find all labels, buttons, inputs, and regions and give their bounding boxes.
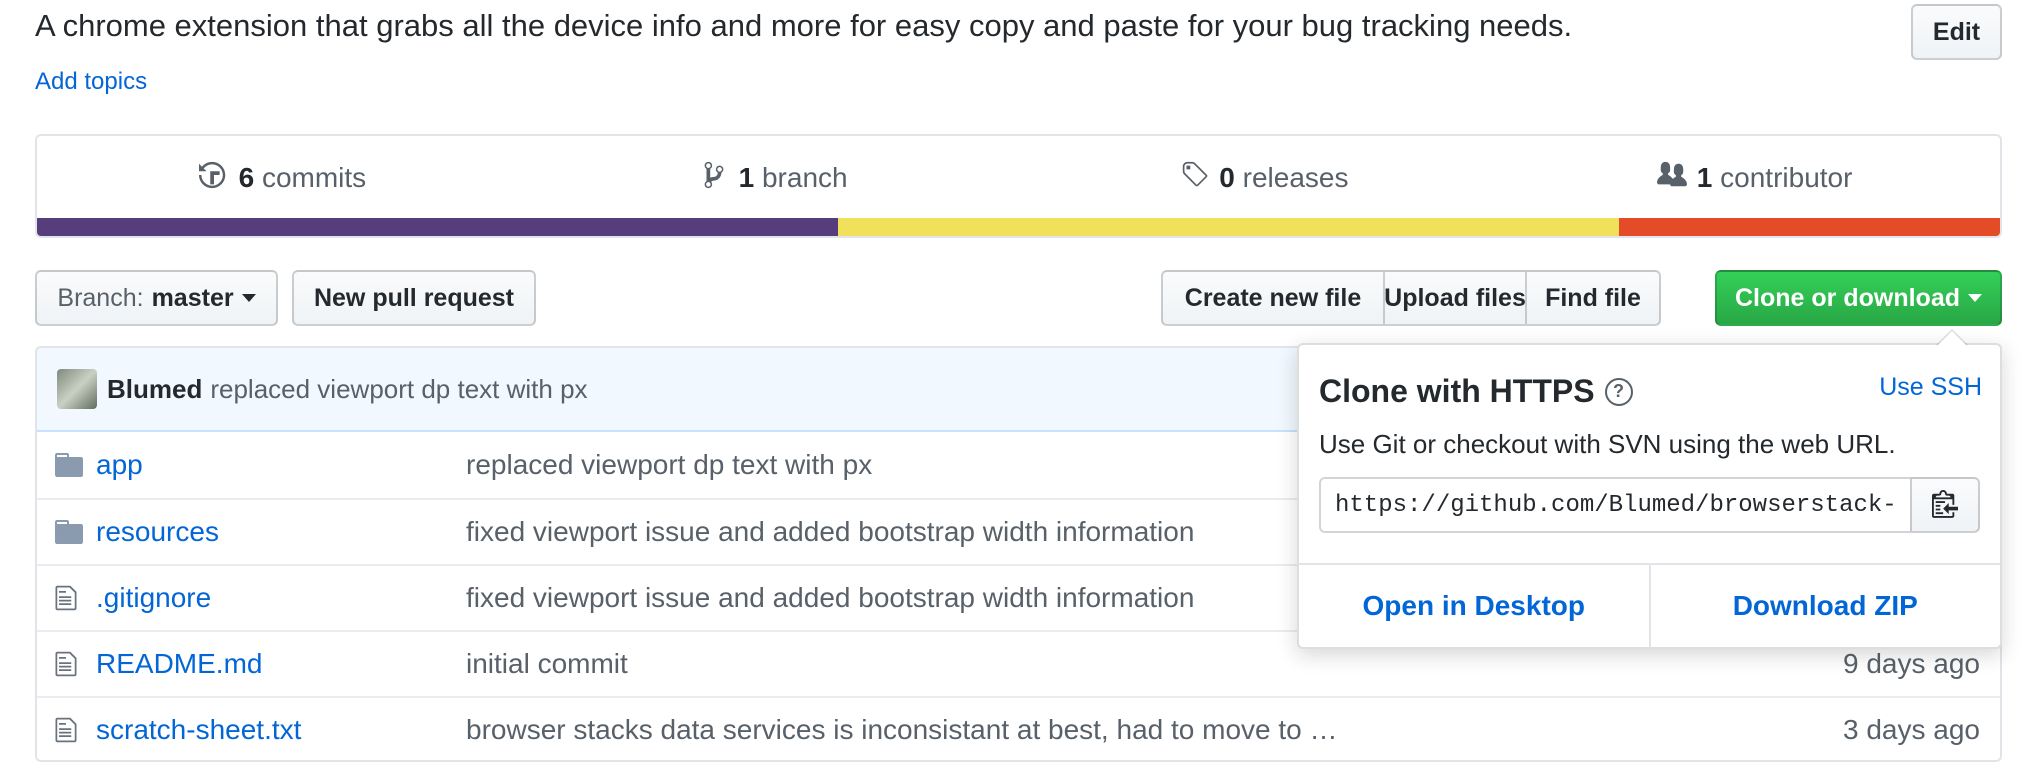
file-actions-group: Create new file Upload files Find file [1161, 270, 1661, 326]
commits-label: commits [261, 162, 367, 193]
clone-url-input[interactable] [1319, 477, 1912, 533]
file-age: 3 days ago [1843, 714, 1980, 745]
clone-actions: Open in Desktop Download ZIP [1299, 563, 2000, 647]
create-new-file-button[interactable]: Create new file [1161, 270, 1385, 326]
caret-down-icon [1968, 294, 1982, 302]
file-commit-message[interactable]: fixed viewport issue and added bootstrap… [466, 582, 1194, 614]
clone-title-text: Clone with HTTPS [1319, 373, 1595, 409]
find-file-button[interactable]: Find file [1525, 270, 1661, 326]
releases-count: 0 [1219, 162, 1235, 193]
history-icon [198, 160, 229, 197]
contributors-count: 1 [1696, 162, 1713, 193]
branches-link[interactable]: 1 branch [528, 136, 1019, 220]
help-icon[interactable]: ? [1604, 377, 1633, 406]
language-segment[interactable] [37, 218, 838, 236]
clone-description: Use Git or checkout with SVN using the w… [1319, 429, 1896, 459]
contributors-link[interactable]: 1 contributor [1509, 136, 2000, 220]
branch-select-button[interactable]: Branch: master [35, 270, 278, 326]
branch-prefix: Branch: [57, 283, 144, 312]
file-row: scratch-sheet.txt browser stacks data ser… [37, 696, 2000, 760]
file-name-link[interactable]: resources [96, 516, 219, 548]
file-commit-message[interactable]: browser stacks data services is inconsis… [466, 714, 1338, 746]
folder-icon [55, 452, 83, 478]
releases-link[interactable]: 0 releases [1019, 136, 1510, 220]
repo-description: A chrome extension that grabs all the de… [35, 8, 1573, 43]
file-name-link[interactable]: .gitignore [96, 582, 211, 614]
contributors-label: contributor [1720, 162, 1853, 193]
popover-arrow [1936, 329, 1968, 345]
file-age: 9 days ago [1843, 648, 1980, 679]
file-icon [55, 651, 83, 677]
commit-author[interactable]: Blumed [107, 374, 202, 405]
file-icon [55, 585, 83, 611]
open-in-desktop-button[interactable]: Open in Desktop [1299, 565, 1649, 647]
file-commit-message[interactable]: initial commit [466, 648, 628, 680]
branch-name: master [151, 283, 234, 312]
file-name-link[interactable]: README.md [96, 648, 262, 680]
caret-down-icon [241, 294, 256, 302]
upload-files-button[interactable]: Upload files [1383, 270, 1527, 326]
git-branch-icon [699, 160, 729, 197]
clone-title: Clone with HTTPS ? [1319, 373, 1633, 410]
file-commit-message[interactable]: replaced viewport dp text with px [466, 449, 872, 481]
file-name-link[interactable]: app [96, 449, 143, 481]
new-pull-request-button[interactable]: New pull request [292, 270, 536, 326]
file-name-link[interactable]: scratch-sheet.txt [96, 714, 301, 746]
copy-to-clipboard-button[interactable] [1910, 477, 1980, 533]
numbers-summary: 6 commits 1 branch 0 releases 1 contribu… [35, 134, 2002, 238]
clone-popover: Clone with HTTPS ? Use SSH Use Git or ch… [1297, 329, 2002, 649]
language-segment[interactable] [837, 218, 1620, 236]
add-topics-link[interactable]: Add topics [35, 68, 147, 96]
use-ssh-link[interactable]: Use SSH [1879, 373, 1982, 402]
avatar[interactable] [57, 369, 97, 409]
folder-icon [55, 519, 83, 545]
commits-count: 6 [238, 162, 255, 193]
language-segment[interactable] [1619, 218, 2000, 236]
tag-icon [1179, 160, 1209, 197]
commits-link[interactable]: 6 commits [37, 136, 528, 220]
clipboard-icon [1932, 488, 1958, 523]
edit-description-button[interactable]: Edit [1911, 4, 2002, 60]
file-commit-message[interactable]: fixed viewport issue and added bootstrap… [466, 516, 1194, 548]
clone-or-download-button[interactable]: Clone or download [1715, 270, 2002, 326]
people-icon [1656, 160, 1687, 197]
language-bar[interactable] [37, 218, 2000, 236]
file-icon [55, 717, 83, 743]
commit-message[interactable]: replaced viewport dp text with px [210, 374, 587, 405]
branches-count: 1 [738, 162, 755, 193]
clone-url-group [1319, 477, 1980, 533]
branches-label: branch [761, 162, 848, 193]
clone-button-label: Clone or download [1735, 283, 1960, 312]
releases-label: releases [1242, 162, 1349, 193]
download-zip-button[interactable]: Download ZIP [1648, 565, 2001, 647]
